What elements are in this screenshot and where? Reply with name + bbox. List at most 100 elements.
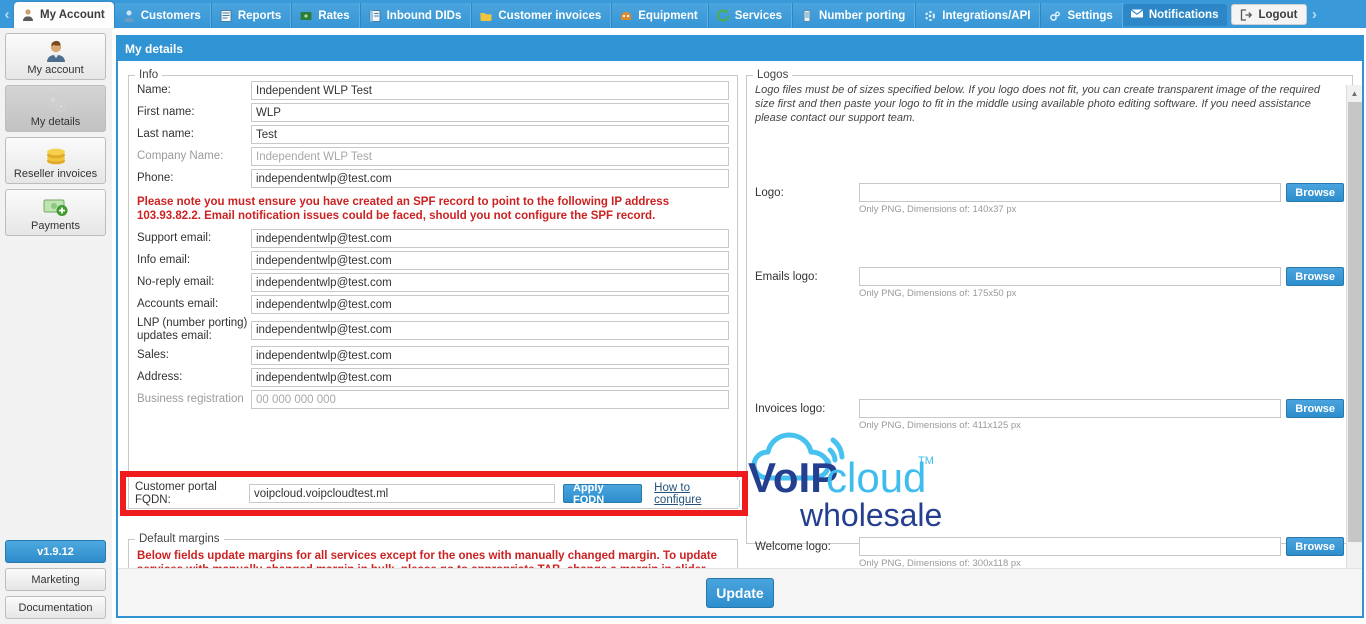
customers-icon: [122, 9, 136, 23]
sidebar-item-my-details[interactable]: My details: [5, 85, 106, 132]
tab-customer-invoices[interactable]: Customer invoices: [471, 3, 612, 28]
sidebar-item-payments[interactable]: Payments: [5, 189, 106, 236]
panel-footer: Update: [118, 568, 1362, 616]
logo-label: Logo:: [755, 186, 784, 199]
logo-row: Logo: Browse: [747, 183, 1352, 202]
equipment-icon: [619, 9, 633, 23]
tab-rates[interactable]: Rates: [291, 3, 360, 28]
inbound-dids-icon: [368, 9, 382, 23]
integrations-icon: [923, 9, 937, 23]
support-email-input[interactable]: independentwlp@test.com: [251, 229, 729, 248]
brand-trademark: TM: [918, 455, 934, 467]
logout-label: Logout: [1258, 8, 1298, 21]
sidebar-item-reseller-invoices[interactable]: Reseller invoices: [5, 137, 106, 184]
logout-button[interactable]: Logout: [1231, 4, 1308, 25]
page-title: My details: [118, 37, 1362, 61]
invoices-logo-file-input[interactable]: [859, 399, 1282, 418]
form-row: Phone: independentwlp@test.com: [129, 169, 737, 188]
field-label: Sales:: [137, 349, 169, 361]
scroll-up-icon[interactable]: ▲: [1347, 85, 1362, 101]
tab-my-account[interactable]: My Account: [14, 2, 114, 28]
tab-label: Number porting: [819, 9, 906, 22]
lnp-updates-email-input[interactable]: independentwlp@test.com: [251, 320, 729, 340]
apply-fqdn-button[interactable]: Apply FQDN: [563, 482, 643, 506]
form-row: Address: independentwlp@test.com: [129, 368, 737, 387]
business-registration-input[interactable]: 00 000 000 000: [251, 390, 729, 409]
invoices-logo-browse-button[interactable]: Browse: [1286, 399, 1344, 418]
field-label: Business registration: [137, 393, 244, 405]
documentation-button[interactable]: Documentation: [5, 596, 106, 619]
update-button[interactable]: Update: [706, 577, 774, 608]
logo-file-input[interactable]: [859, 183, 1282, 202]
accounts-email-input[interactable]: independentwlp@test.com: [251, 295, 729, 314]
top-tab-bar: ‹ My Account Customers Reports Rates Inb…: [0, 0, 1366, 28]
company-name-input: Independent WLP Test: [251, 147, 729, 166]
vertical-scrollbar[interactable]: ▲ ▼: [1346, 85, 1362, 592]
invoices-logo-label: Invoices logo:: [755, 402, 826, 415]
sidebar-item-my-account[interactable]: My account: [5, 33, 106, 80]
brand-name-part1: VoIP: [748, 454, 838, 501]
tab-label: Rates: [318, 9, 350, 22]
tab-label: Services: [734, 9, 783, 22]
form-row: LNP (number porting) updates email: inde…: [129, 317, 737, 343]
tab-reports[interactable]: Reports: [210, 3, 292, 28]
logout-icon: [1239, 8, 1253, 22]
sidebar-item-label: My details: [30, 116, 81, 128]
phone-input[interactable]: independentwlp@test.com: [251, 169, 729, 188]
notifications-button[interactable]: Notifications: [1122, 4, 1228, 26]
logo-hint: Only PNG, Dimensions of: 140x37 px: [859, 204, 1017, 215]
field-label: Info email:: [137, 254, 191, 266]
field-label: Phone:: [137, 172, 174, 184]
tab-settings[interactable]: Settings: [1040, 3, 1123, 28]
tab-equipment[interactable]: Equipment: [611, 3, 708, 28]
left-sidebar: My account My details Reseller invoices …: [0, 28, 112, 624]
invoices-logo-row: Invoices logo: Browse: [747, 399, 1352, 418]
tabs-scroll-left-icon[interactable]: ‹: [0, 0, 14, 28]
vertical-scrollbar-thumb[interactable]: [1348, 102, 1362, 542]
version-badge[interactable]: v1.9.12: [5, 540, 106, 563]
fqdn-input[interactable]: voipcloud.voipcloudtest.ml: [249, 484, 555, 503]
marketing-button[interactable]: Marketing: [5, 568, 106, 591]
no-reply-email-input[interactable]: independentwlp@test.com: [251, 273, 729, 292]
tabs-scroll-right-icon[interactable]: ›: [1307, 0, 1321, 28]
tab-services[interactable]: Services: [707, 3, 793, 28]
tab-label: Settings: [1067, 9, 1113, 22]
fqdn-label: Customer portal FQDN:: [135, 480, 217, 506]
info-email-input[interactable]: independentwlp@test.com: [251, 251, 729, 270]
emails-logo-hint: Only PNG, Dimensions of: 175x50 px: [859, 288, 1017, 299]
last-name-input[interactable]: Test: [251, 125, 729, 144]
sidebar-item-label: Reseller invoices: [13, 168, 98, 180]
address-input[interactable]: independentwlp@test.com: [251, 368, 729, 387]
form-row: Sales: independentwlp@test.com: [129, 346, 737, 365]
form-row: Business registration 00 000 000 000: [129, 390, 737, 409]
tab-integrations-api[interactable]: Integrations/API: [915, 3, 1041, 28]
tab-customers[interactable]: Customers: [113, 3, 211, 28]
notifications-label: Notifications: [1148, 9, 1219, 21]
logo-browse-button[interactable]: Browse: [1286, 183, 1344, 202]
phone-icon: [800, 9, 814, 23]
money-add-icon: [41, 194, 71, 220]
logos-legend: Logos: [757, 69, 789, 81]
tab-label: Customer invoices: [498, 9, 602, 22]
field-label: Last name:: [137, 128, 194, 140]
main-panel: My details Info Name: Independent WLP Te…: [116, 35, 1364, 618]
first-name-input[interactable]: WLP: [251, 103, 729, 122]
field-label: First name:: [137, 106, 195, 118]
emails-logo-browse-button[interactable]: Browse: [1286, 267, 1344, 286]
name-input[interactable]: Independent WLP Test: [251, 81, 729, 100]
coins-icon: [42, 142, 70, 168]
tab-number-porting[interactable]: Number porting: [792, 3, 916, 28]
sales-email-input[interactable]: independentwlp@test.com: [251, 346, 729, 365]
form-row: Info email: independentwlp@test.com: [129, 251, 737, 270]
how-to-configure-link[interactable]: How to configure: [654, 482, 733, 506]
tab-label: Customers: [140, 9, 201, 22]
form-row: Company Name: Independent WLP Test: [129, 147, 737, 166]
emails-logo-file-input[interactable]: [859, 267, 1282, 286]
tab-inbound-dids[interactable]: Inbound DIDs: [359, 3, 472, 28]
field-label: Support email:: [137, 232, 212, 244]
welcome-logo-browse-button[interactable]: Browse: [1286, 537, 1344, 556]
form-row: No-reply email: independentwlp@test.com: [129, 273, 737, 292]
emails-logo-row: Emails logo: Browse: [747, 267, 1352, 286]
gear-icon: [1048, 9, 1062, 23]
logos-description: Logo files must be of sizes specified be…: [755, 84, 1320, 124]
